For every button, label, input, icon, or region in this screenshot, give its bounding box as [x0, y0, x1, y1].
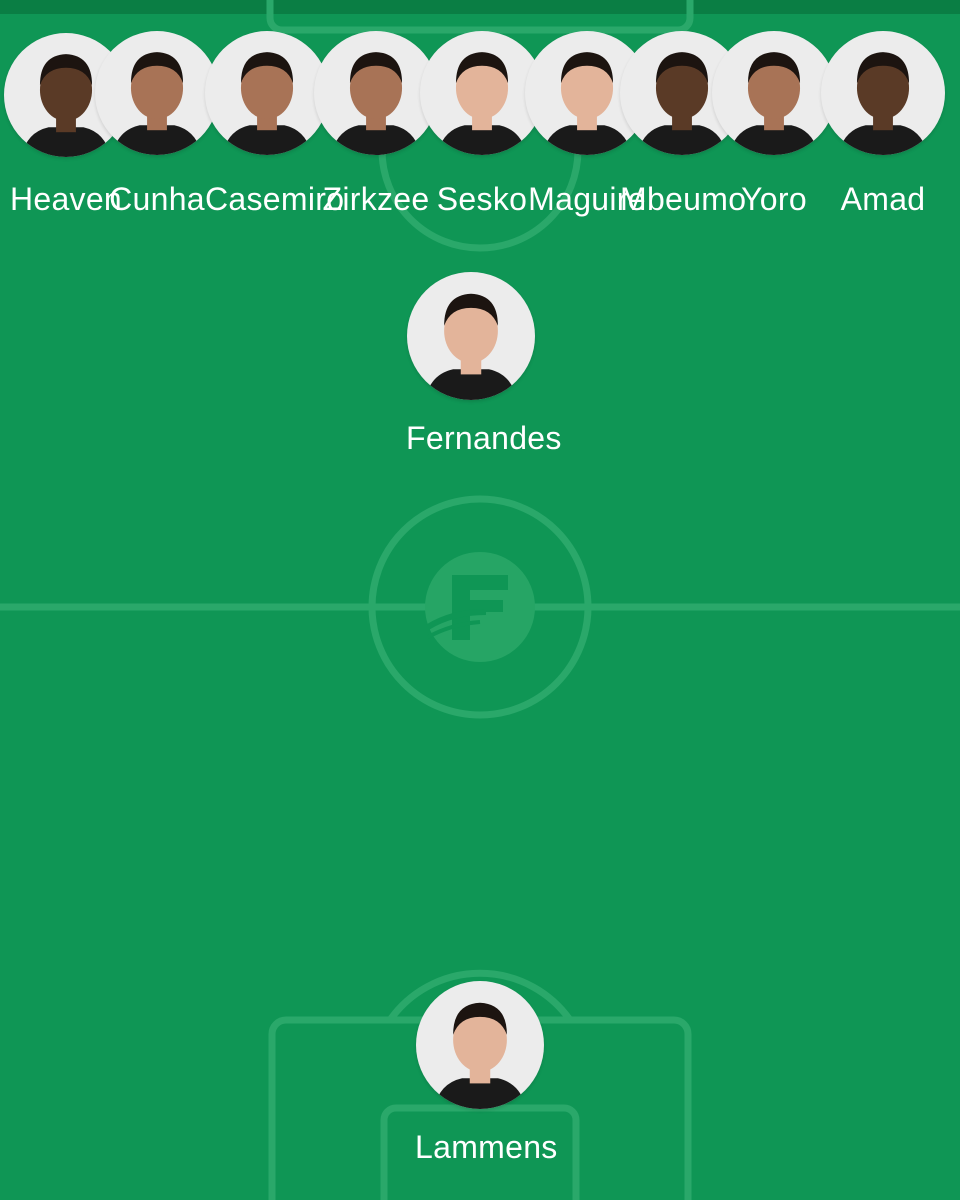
player-name: Lammens [415, 1129, 558, 1165]
player-name: Fernandes [406, 420, 562, 456]
player-avatar [205, 31, 329, 155]
player-avatar [712, 31, 836, 155]
player-name: Amad [840, 181, 926, 217]
player-avatar [95, 31, 219, 155]
top-goal-area [266, 0, 694, 34]
bench-player-amad[interactable]: Amad [821, 31, 945, 218]
player-name: Casemiro [205, 181, 345, 217]
player-photo-icon [112, 52, 202, 155]
player-photo-icon [424, 293, 518, 400]
player-name: Cunha [109, 181, 205, 217]
player-photo-icon [222, 52, 312, 155]
player-avatar [416, 981, 544, 1109]
player-photo-icon [729, 52, 819, 155]
football-pitch: Heaven Cunha Casemiro Zirkzee Sesko Magu… [0, 0, 960, 1200]
player-avatar [407, 272, 535, 400]
player-photo-icon [433, 1002, 527, 1109]
bench-player-yoro[interactable]: Yoro [712, 31, 836, 218]
fotmob-logo-icon [425, 552, 535, 662]
player-avatar [821, 31, 945, 155]
bench-player-casemiro[interactable]: Casemiro [205, 31, 345, 218]
lineup-player-fernandes[interactable]: Fernandes [406, 272, 562, 457]
player-name: Yoro [741, 181, 807, 217]
player-photo-icon [838, 52, 928, 155]
bench-player-cunha[interactable]: Cunha [95, 31, 219, 218]
lineup-player-lammens[interactable]: Lammens [415, 981, 558, 1166]
